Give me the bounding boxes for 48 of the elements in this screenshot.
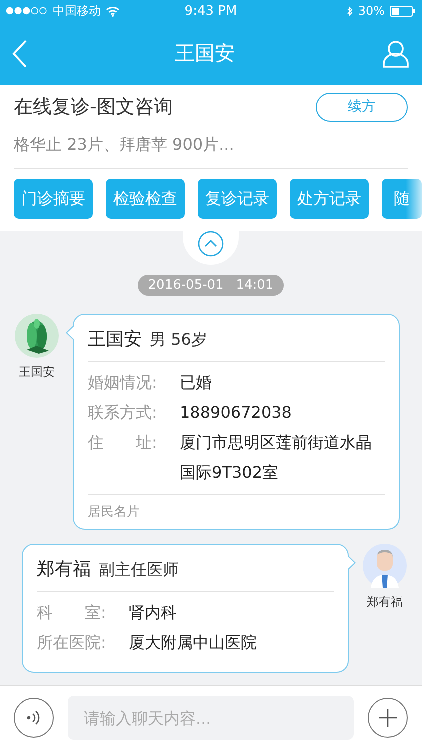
profile-button[interactable]	[382, 40, 410, 68]
field-label: 住 址:	[88, 432, 158, 454]
field-value: 厦门市思明区莲前街道水晶国际9T302室	[180, 432, 373, 484]
doctor-card-bubble[interactable]: 郑有福 副主任医师 科 室: 肾内科 所在医院: 厦大附属中山医院	[22, 544, 349, 673]
message-timestamp: 2016-05-01 14:01	[138, 275, 284, 296]
field-label: 婚姻情况:	[88, 372, 158, 394]
battery-percent: 30%	[358, 4, 385, 18]
status-time: 9:43 PM	[184, 4, 238, 18]
field-label: 科 室:	[37, 602, 108, 624]
sender-name: 郑有福	[367, 594, 403, 611]
voice-button[interactable]	[14, 698, 54, 738]
card-name: 郑有福	[37, 558, 91, 581]
chevron-up-icon	[198, 231, 224, 257]
signal-icon	[6, 7, 48, 15]
back-icon	[12, 40, 28, 68]
card-subtitle: 男 56岁	[150, 330, 208, 351]
bubble-tail	[348, 556, 356, 570]
wifi-icon	[106, 6, 120, 16]
record-tab-button[interactable]: 处方记录	[290, 179, 369, 219]
field-value: 已婚	[180, 372, 212, 394]
doctor-avatar-icon	[363, 544, 407, 588]
field-label: 所在医院:	[37, 632, 108, 654]
bubble-tail	[66, 326, 74, 340]
record-tab-button[interactable]: 检验检查	[106, 179, 185, 219]
bluetooth-icon	[347, 6, 354, 16]
renew-button[interactable]: 续方	[316, 92, 408, 122]
card-name: 王国安	[88, 328, 142, 351]
add-button[interactable]	[368, 698, 408, 738]
record-tab-button[interactable]: 复诊记录	[198, 179, 277, 219]
record-tab-button[interactable]: 随	[382, 179, 422, 219]
field-value: 厦大附属中山医院	[129, 632, 257, 654]
battery-icon	[390, 6, 416, 16]
field-value: 肾内科	[129, 602, 177, 624]
field-value: 18890672038	[180, 402, 292, 424]
plus-icon	[378, 708, 398, 728]
nav-title: 王国安	[175, 40, 235, 67]
field-label: 联系方式:	[88, 402, 158, 424]
chat-input-field[interactable]: 请输入聊天内容...	[68, 696, 354, 740]
drug-summary: 格华止 23片、拜唐苹 900片...	[14, 121, 408, 169]
card-type-label: 居民名片	[88, 494, 385, 521]
consult-title: 在线复诊-图文咨询	[14, 95, 173, 120]
sender-name: 王国安	[19, 364, 55, 381]
patient-card-bubble[interactable]: 王国安 男 56岁 婚姻情况: 已婚 联系方式: 18890672038 住 址: 厦门市思明区莲前街道水晶国际9T302室 居民名片	[73, 314, 400, 530]
user-icon	[382, 40, 410, 68]
back-button[interactable]	[12, 40, 28, 68]
record-tab-button[interactable]: 门诊摘要	[14, 179, 93, 219]
card-subtitle: 副主任医师	[99, 560, 179, 581]
carrier-name: 中国移动	[53, 2, 101, 20]
